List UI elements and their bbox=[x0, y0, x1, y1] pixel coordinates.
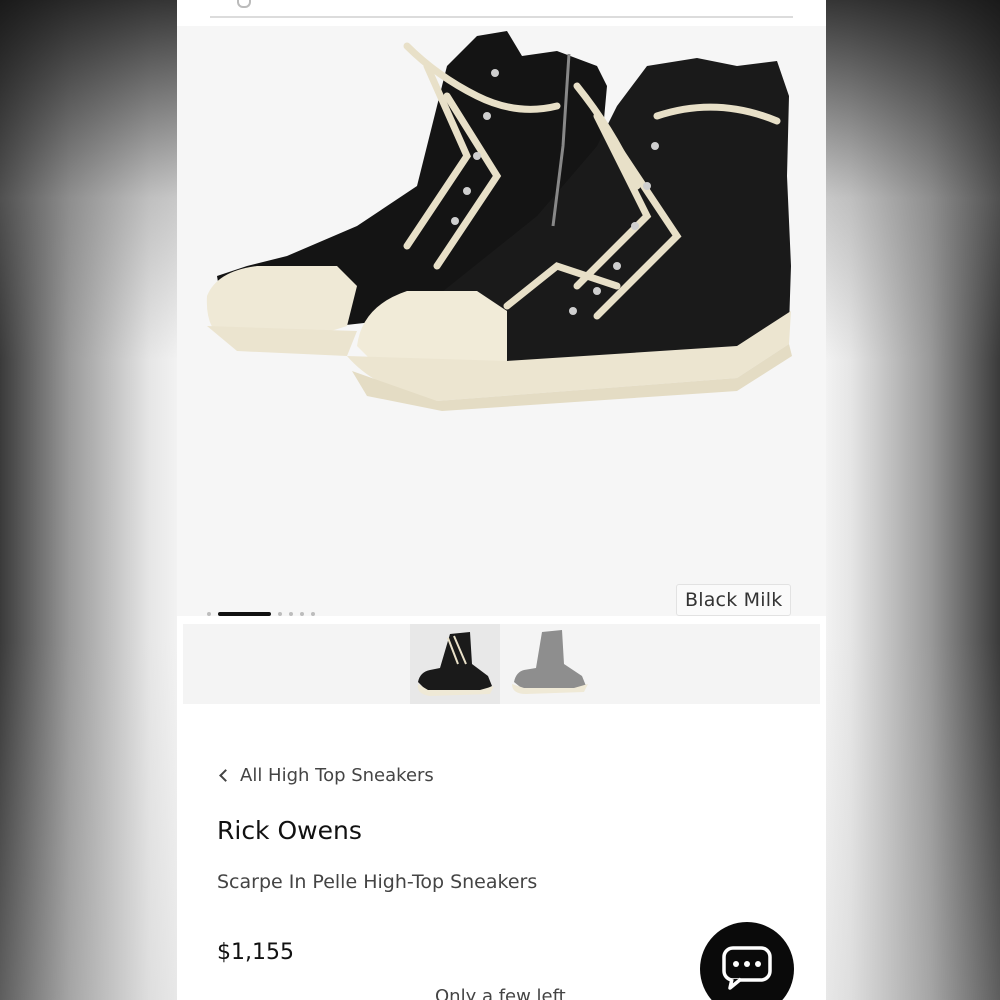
chat-button[interactable] bbox=[700, 922, 794, 1000]
header-partial-icon bbox=[237, 0, 251, 8]
carousel-dot[interactable] bbox=[207, 612, 211, 616]
stock-note: Only a few left bbox=[435, 986, 566, 1000]
carousel-dot[interactable] bbox=[289, 612, 293, 616]
product-page: Black Milk All High Top Sneakers Rick Ow… bbox=[177, 0, 826, 1000]
color-label-chip: Black Milk bbox=[676, 584, 792, 616]
chat-bubble-icon bbox=[722, 946, 772, 990]
back-link-label: All High Top Sneakers bbox=[240, 765, 434, 786]
color-thumbnail-strip bbox=[183, 624, 820, 704]
carousel-dot[interactable] bbox=[300, 612, 304, 616]
product-price: $1,155 bbox=[217, 940, 294, 965]
back-to-category-link[interactable]: All High Top Sneakers bbox=[217, 765, 434, 786]
product-name: Scarpe In Pelle High-Top Sneakers bbox=[217, 871, 538, 893]
carousel-dot[interactable] bbox=[311, 612, 315, 616]
chevron-left-icon bbox=[219, 769, 232, 782]
product-brand[interactable]: Rick Owens bbox=[217, 816, 362, 845]
carousel-dot[interactable] bbox=[278, 612, 282, 616]
thumbnail-black-milk[interactable] bbox=[410, 624, 500, 704]
black-sneaker-thumb-icon bbox=[417, 632, 494, 696]
carousel-dot-active[interactable] bbox=[218, 612, 271, 616]
sneaker-illustration bbox=[206, 31, 792, 411]
header-divider bbox=[210, 16, 793, 18]
thumbnail-grey[interactable] bbox=[506, 624, 596, 704]
grey-sneaker-thumb-icon bbox=[512, 630, 588, 694]
product-hero-image[interactable]: Black Milk bbox=[177, 26, 826, 616]
